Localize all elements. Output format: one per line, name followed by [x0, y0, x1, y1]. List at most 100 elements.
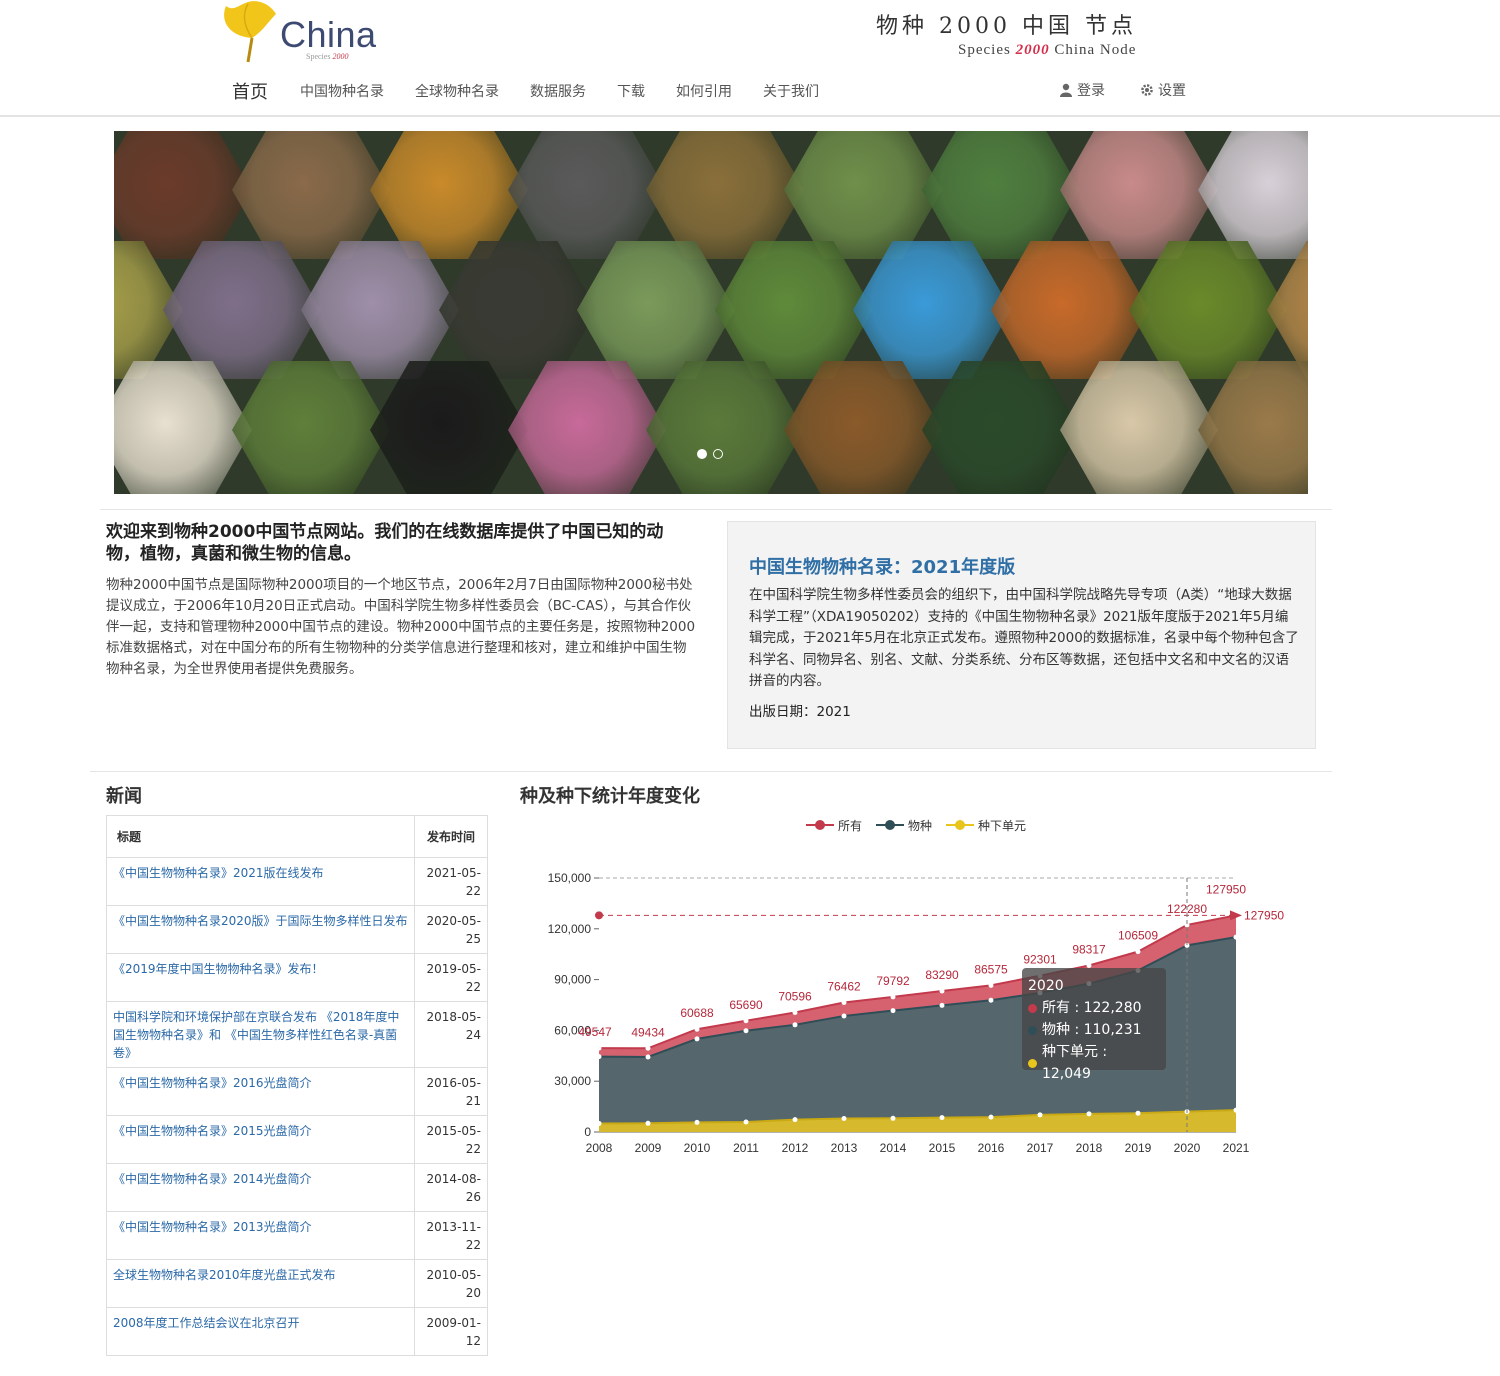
data-point [645, 1120, 651, 1126]
login-link[interactable]: 登录 [1059, 80, 1105, 100]
nav-citation[interactable]: 如何引用 [676, 81, 732, 101]
data-point [743, 1018, 749, 1024]
tooltip-row-infra: 种下单元 : 12,049 [1028, 1041, 1160, 1085]
data-point [743, 1119, 749, 1125]
legend-marker [955, 820, 965, 830]
release-title-link[interactable]: 中国生物物种名录：2021年度版 [749, 553, 1015, 579]
species-photo-tile [577, 241, 735, 379]
tooltip-row-species: 物种 : 110,231 [1028, 1019, 1160, 1041]
species-photo-tile [922, 361, 1080, 494]
news-row: 《中国生物物种名录》2015光盘简介 2015-05-22 [106, 1115, 488, 1164]
species-trend-chart[interactable]: 所有 物种 种下单元030,00060,00090,000120,000150,00… [520, 805, 1310, 1170]
data-label: 76462 [827, 980, 861, 994]
x-tick-label: 2019 [1125, 1141, 1152, 1155]
max-line-marker [595, 911, 603, 920]
logo-text: China [280, 14, 377, 55]
data-point [596, 1120, 602, 1126]
news-title-link[interactable]: 全球生物物种名录2010年度光盘正式发布 [106, 1259, 415, 1308]
intro-paragraph: 物种2000中国节点是国际物种2000项目的一个地区节点，2006年2月7日由国… [106, 577, 696, 677]
user-icon [1060, 83, 1072, 97]
chart-tooltip: 2020 所有 : 122,280 物种 : 110,231 种下单元 : 12… [1022, 968, 1166, 1082]
data-point [792, 1022, 798, 1028]
legend-marker [815, 820, 825, 830]
y-tick-label: 30,000 [554, 1074, 591, 1088]
news-row: 《中国生物物种名录》2016光盘简介 2016-05-21 [106, 1067, 488, 1116]
x-tick-label: 2014 [880, 1141, 907, 1155]
x-tick-label: 2016 [978, 1141, 1005, 1155]
legend-marker [885, 820, 895, 830]
data-point [1037, 1112, 1043, 1118]
x-tick-label: 2013 [831, 1141, 858, 1155]
data-point [988, 997, 994, 1003]
data-label: 83290 [925, 968, 959, 982]
news-row: 中国科学院和环境保护部在京联合发布 《2018年度中国生物物种名录》和 《中国生… [106, 1001, 488, 1068]
x-tick-label: 2018 [1076, 1141, 1103, 1155]
data-point [792, 1117, 798, 1123]
data-point [694, 1119, 700, 1125]
x-tick-label: 2021 [1223, 1141, 1250, 1155]
species-photo-banner[interactable] [114, 131, 1308, 494]
news-date: 2015-05-22 [414, 1115, 488, 1164]
nav-home[interactable]: 首页 [232, 78, 268, 104]
section-divider [100, 509, 1332, 510]
nav-data-services[interactable]: 数据服务 [530, 81, 586, 101]
news-row: 《中国生物物种名录》2021版在线发布 2021-05-22 [106, 857, 488, 906]
news-date: 2013-11-22 [414, 1211, 488, 1260]
legend-label: 所有 [838, 819, 862, 833]
data-point [890, 1008, 896, 1014]
nav-download[interactable]: 下载 [617, 81, 645, 101]
news-row: 全球生物物种名录2010年度光盘正式发布 2010-05-20 [106, 1259, 488, 1308]
species-photo-tile [301, 241, 459, 379]
news-title-link[interactable]: 中国科学院和环境保护部在京联合发布 《2018年度中国生物物种名录》和 《中国生… [106, 1001, 415, 1068]
carousel-dot[interactable] [713, 449, 723, 459]
species-photo-tile [646, 361, 804, 494]
data-point [841, 1000, 847, 1006]
news-title-link[interactable]: 《中国生物物种名录》2014光盘简介 [106, 1163, 415, 1212]
site-subtitle: Species 2000 China Node [958, 42, 1137, 58]
intro-heading: 欢迎来到物种2000中国节点网站。我们的在线数据库提供了中国已知的动物，植物，真… [106, 522, 664, 564]
x-tick-label: 2008 [586, 1141, 613, 1155]
species-photo-tile [163, 241, 321, 379]
series-marker-icon [1028, 1025, 1037, 1035]
legend-label: 物种 [908, 819, 932, 833]
news-row: 《中国生物物种名录》2014光盘简介 2014-08-26 [106, 1163, 488, 1212]
nav-china-species[interactable]: 中国物种名录 [300, 81, 384, 101]
settings-link[interactable]: 设置 [1140, 80, 1186, 100]
carousel-dot[interactable] [697, 449, 707, 459]
max-line-label: 127950 [1244, 908, 1284, 922]
data-point [988, 1114, 994, 1120]
species-photo-tile [508, 131, 666, 259]
tooltip-year: 2020 [1028, 978, 1064, 994]
login-label: 登录 [1077, 83, 1105, 99]
species-photo-tile [1129, 241, 1287, 379]
news-title-link[interactable]: 《中国生物物种名录》2013光盘简介 [106, 1211, 415, 1260]
data-point [841, 1116, 847, 1122]
site-title: 物种 2000 中国 节点 [876, 14, 1137, 39]
species-photo-tile [1267, 241, 1308, 379]
x-tick-label: 2017 [1027, 1141, 1054, 1155]
news-title-link[interactable]: 《中国生物物种名录2020版》于国际生物多样性日发布 [106, 905, 415, 954]
news-title-link[interactable]: 2008年度工作总结会议在北京召开 [106, 1307, 415, 1356]
news-title-link[interactable]: 《2019年度中国生物物种名录》发布！ [106, 953, 415, 1002]
section-divider [90, 771, 1332, 772]
news-date: 2016-05-21 [414, 1067, 488, 1116]
y-tick-label: 120,000 [548, 922, 592, 936]
nav-global-species[interactable]: 全球物种名录 [415, 81, 499, 101]
news-title-link[interactable]: 《中国生物物种名录》2015光盘简介 [106, 1115, 415, 1164]
news-row: 《中国生物物种名录》2013光盘简介 2013-11-22 [106, 1211, 488, 1260]
logo-subtitle: Species 2000 [306, 52, 349, 61]
site-logo[interactable]: China Species 2000 [218, 0, 388, 70]
main-nav: 首页 中国物种名录 全球物种名录 数据服务 下载 如何引用 关于我们 [232, 78, 850, 104]
release-description: 在中国科学院生物多样性委员会的组织下，由中国科学院战略先导专项（A类）“地球大数… [749, 587, 1299, 689]
data-label: 49434 [631, 1025, 665, 1039]
data-point [988, 982, 994, 988]
nav-about[interactable]: 关于我们 [763, 81, 819, 101]
news-table: 标题 发布时间 《中国生物物种名录》2021版在线发布 2021-05-22 《中国… [106, 815, 488, 1356]
release-panel: 中国生物物种名录：2021年度版 在中国科学院生物多样性委员会的组织下，由中国科… [727, 521, 1316, 749]
news-title-link[interactable]: 《中国生物物种名录》2016光盘简介 [106, 1067, 415, 1116]
data-label: 86575 [974, 962, 1008, 976]
x-tick-label: 2011 [733, 1141, 759, 1155]
species-photo-tile [370, 361, 528, 494]
data-point [1135, 949, 1141, 955]
news-title-link[interactable]: 《中国生物物种名录》2021版在线发布 [106, 857, 415, 906]
